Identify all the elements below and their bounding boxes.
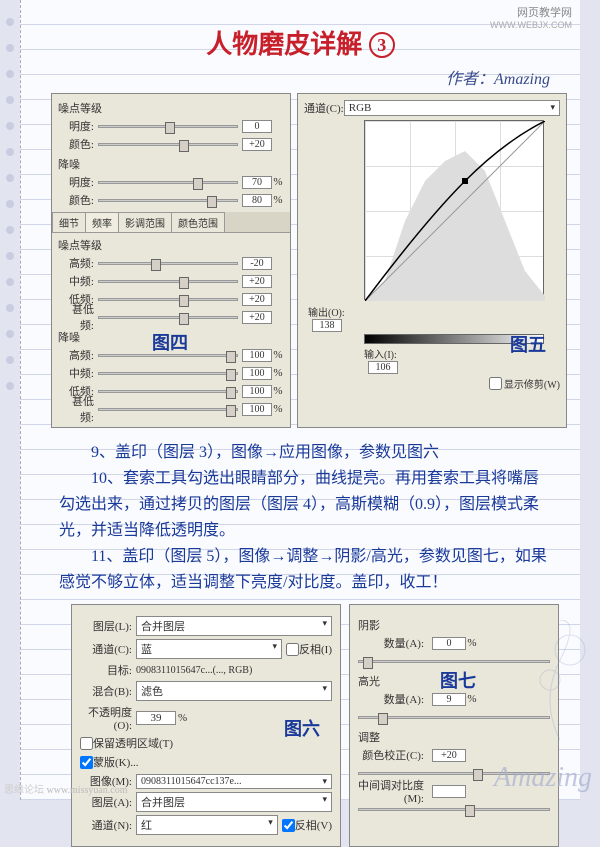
input-value[interactable]: 106 xyxy=(368,361,398,374)
signature: Amazing xyxy=(494,762,592,794)
tab-frequency[interactable]: 频率 xyxy=(85,212,119,232)
chevron-down-icon: ▾ xyxy=(550,102,555,114)
layer-select[interactable]: 合并图层▾ xyxy=(136,616,332,636)
slider[interactable] xyxy=(98,181,238,184)
tab-color[interactable]: 颜色范围 xyxy=(171,212,225,232)
channel-select[interactable]: 蓝▾ xyxy=(136,639,282,659)
slider[interactable] xyxy=(98,143,238,146)
invert2-checkbox[interactable] xyxy=(282,819,295,832)
author-line: 作者：Amazing xyxy=(21,65,580,89)
curves-graph[interactable] xyxy=(364,120,544,300)
step-11: 11、盖印（图层 5），图像→调整→阴影/高光，参数见图七，如果感觉不够立体，适… xyxy=(59,544,552,596)
bottom-panels: 图层(L):合并图层▾ 通道(C):蓝▾反相(I) 目标:09083110156… xyxy=(21,604,580,847)
fig4-group2-title: 降噪 xyxy=(58,156,284,172)
footer: 思缘论坛 www.missyuan.com xyxy=(4,781,128,796)
fig4-g1-row0: 明度:0 xyxy=(58,118,284,134)
tab-detail[interactable]: 细节 xyxy=(52,212,86,232)
channel-label: 通道(C): xyxy=(304,100,344,116)
fig6-label: 图六 xyxy=(284,715,320,741)
figure-5-panel: 通道(C): RGB▾ 输出(O): 138 输入(I): 106 显示修剪(W… xyxy=(297,93,567,428)
mask-checkbox[interactable] xyxy=(80,756,93,769)
watermark-line1: 网页教学网 xyxy=(490,4,572,20)
watermark-line2: WWW.WEBJX.COM xyxy=(490,20,572,30)
fig4-tabs: 细节 频率 影调范围 颜色范围 xyxy=(52,212,290,233)
fig7-label: 图七 xyxy=(440,667,476,693)
watermark: 网页教学网 WWW.WEBJX.COM xyxy=(490,4,572,30)
title-number: 3 xyxy=(369,32,395,58)
page: 网页教学网 WWW.WEBJX.COM 人物磨皮详解 3 作者：Amazing … xyxy=(20,0,580,800)
image-select[interactable]: 0908311015647cc137e...▾ xyxy=(136,774,332,789)
top-panels: 噪点等级 明度:0 颜色:+20 降噪 明度:70% 颜色:80% 细节 频率 … xyxy=(21,89,580,432)
tab-tone[interactable]: 影调范围 xyxy=(118,212,172,232)
fig4-group1-title: 噪点等级 xyxy=(58,100,284,116)
preserve-trans-checkbox[interactable] xyxy=(80,737,93,750)
midtone-value[interactable]: +11 xyxy=(432,785,466,798)
show-clipping-checkbox[interactable] xyxy=(489,377,502,390)
figure-4-panel: 噪点等级 明度:0 颜色:+20 降噪 明度:70% 颜色:80% 细节 频率 … xyxy=(51,93,291,428)
slider[interactable] xyxy=(98,199,238,202)
decorative-flourish xyxy=(520,620,600,740)
blend-select[interactable]: 滤色▾ xyxy=(136,681,332,701)
figure-6-panel: 图层(L):合并图层▾ 通道(C):蓝▾反相(I) 目标:09083110156… xyxy=(71,604,341,847)
title-text: 人物磨皮详解 xyxy=(206,30,362,59)
fig5-label: 图五 xyxy=(510,331,546,357)
opacity-input[interactable]: 39 xyxy=(136,711,176,725)
fig4-label: 图四 xyxy=(152,329,188,355)
step-10: 10、套索工具勾选出眼睛部分，曲线提亮。再用套索工具将嘴唇勾选出来，通过拷贝的图… xyxy=(59,466,552,544)
step-9: 9、盖印（图层 3），图像→应用图像，参数见图六 xyxy=(59,440,552,466)
invert-checkbox[interactable] xyxy=(286,643,299,656)
body-text: 9、盖印（图层 3），图像→应用图像，参数见图六 10、套索工具勾选出眼睛部分，… xyxy=(21,432,580,604)
slider[interactable] xyxy=(98,125,238,128)
channel-select[interactable]: RGB▾ xyxy=(344,100,560,116)
output-value[interactable]: 138 xyxy=(312,319,342,332)
